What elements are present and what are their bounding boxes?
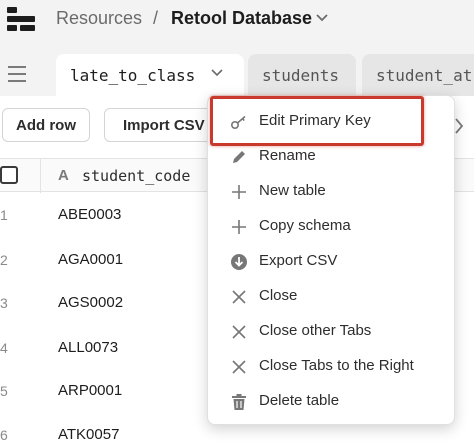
- hamburger-menu-icon[interactable]: [8, 66, 26, 82]
- menu-item-label: Export CSV: [259, 252, 338, 269]
- tab-students[interactable]: students: [248, 54, 356, 96]
- close-icon: [232, 290, 246, 304]
- cell-student-code[interactable]: ATK0057: [58, 426, 119, 443]
- row-number: 4: [0, 340, 8, 356]
- menu-item-label: New table: [259, 182, 326, 199]
- menu-item-label: Close Tabs to the Right: [259, 357, 414, 374]
- menu-item-new-table[interactable]: New table: [208, 174, 456, 209]
- trash-icon: [232, 394, 246, 410]
- row-number: 2: [0, 252, 8, 268]
- menu-item-close-tabs-right[interactable]: Close Tabs to the Right: [208, 349, 456, 384]
- close-icon: [232, 360, 246, 374]
- row-number: 5: [0, 383, 8, 399]
- chevron-down-icon[interactable]: [314, 10, 330, 26]
- menu-item-label: Delete table: [259, 392, 340, 409]
- menu-item-close[interactable]: Close: [208, 279, 456, 314]
- menu-item-label: Rename: [259, 147, 316, 164]
- menu-item-export-csv[interactable]: Export CSV: [208, 244, 456, 279]
- select-all-checkbox[interactable]: [0, 166, 18, 184]
- menu-item-label: Close: [259, 287, 298, 304]
- pencil-icon: [233, 151, 245, 163]
- tab-label: student_at: [376, 65, 473, 85]
- breadcrumb-database[interactable]: Retool Database: [171, 8, 312, 29]
- cell-student-code[interactable]: ALL0073: [58, 339, 118, 356]
- app-header: Resources / Retool Database: [0, 0, 474, 46]
- plus-icon: [232, 220, 246, 234]
- cell-student-code[interactable]: AGS0002: [58, 294, 123, 311]
- menu-item-delete-table[interactable]: Delete table: [208, 384, 456, 419]
- breadcrumb-separator: /: [153, 8, 159, 28]
- close-icon: [232, 325, 246, 339]
- download-icon: [231, 254, 247, 270]
- retool-logo-icon[interactable]: [7, 7, 35, 33]
- cell-student-code[interactable]: AGA0001: [58, 251, 123, 268]
- add-row-button[interactable]: Add row: [2, 108, 90, 142]
- text-type-icon: A: [58, 167, 69, 184]
- menu-item-copy-schema[interactable]: Copy schema: [208, 209, 456, 244]
- row-number: 3: [0, 295, 8, 311]
- row-number: 6: [0, 427, 8, 443]
- tab-student-at[interactable]: student_at: [362, 54, 474, 96]
- menu-item-label: Copy schema: [259, 217, 351, 234]
- column-divider: [40, 159, 41, 193]
- tab-label: late_to_class: [70, 65, 196, 85]
- menu-item-label: Close other Tabs: [259, 322, 372, 339]
- cell-student-code[interactable]: ARP0001: [58, 382, 122, 399]
- column-header-student-code[interactable]: student_code: [82, 167, 190, 185]
- annotation-highlight-box: [210, 96, 424, 146]
- plus-icon: [232, 185, 246, 199]
- breadcrumb-resources[interactable]: Resources: [56, 8, 142, 29]
- tab-label: students: [262, 65, 340, 85]
- tab-bar: late_to_class students student_at: [0, 50, 474, 96]
- row-number: 1: [0, 207, 8, 223]
- chevron-down-icon[interactable]: [210, 66, 224, 80]
- import-csv-button[interactable]: Import CSV: [104, 108, 214, 142]
- menu-item-close-other-tabs[interactable]: Close other Tabs: [208, 314, 456, 349]
- cell-student-code[interactable]: ABE0003: [58, 206, 121, 223]
